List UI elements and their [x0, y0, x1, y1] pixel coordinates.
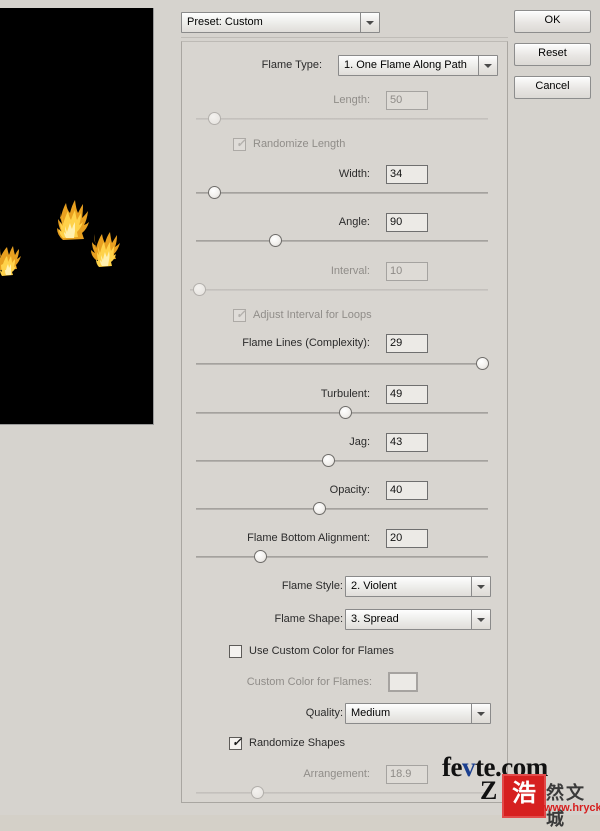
interval-field[interactable]: 10	[386, 262, 428, 281]
preset-value: Preset: Custom	[187, 16, 263, 28]
interval-label: Interval:	[330, 265, 370, 277]
opacity-slider[interactable]	[196, 502, 488, 516]
chevron-down-icon[interactable]	[471, 704, 490, 723]
ok-button[interactable]: OK	[514, 10, 591, 33]
reset-button[interactable]: Reset	[514, 43, 591, 66]
flame-bottom-label: Flame Bottom Alignment:	[247, 532, 370, 544]
opacity-label: Opacity:	[329, 484, 370, 496]
flame-lines-label: Flame Lines (Complexity):	[242, 337, 370, 349]
turbulent-label: Turbulent:	[320, 388, 370, 400]
interval-slider[interactable]	[190, 283, 488, 297]
custom-color-swatch[interactable]	[388, 672, 418, 692]
watermark-url: www.hryckj.cn	[544, 802, 600, 814]
use-custom-color-checkbox[interactable]	[229, 645, 242, 658]
randomize-length-label: Randomize Length	[253, 138, 346, 150]
angle-slider[interactable]	[196, 234, 488, 248]
watermark-z: Z	[480, 776, 498, 805]
quality-value: Medium	[351, 707, 391, 719]
flame-lines-slider[interactable]	[196, 357, 490, 371]
angle-label: Angle:	[338, 216, 370, 228]
turbulent-field[interactable]: 49	[386, 385, 428, 404]
chevron-down-icon[interactable]	[478, 56, 497, 75]
preset-row: Preset: Custom	[181, 12, 380, 33]
width-label: Width:	[338, 168, 370, 180]
watermark-site-fe: fe	[442, 752, 462, 782]
flame-preview-canvas	[0, 8, 153, 424]
length-slider[interactable]	[196, 112, 488, 126]
chevron-down-icon[interactable]	[471, 610, 490, 629]
jag-label: Jag:	[349, 436, 370, 448]
watermark-site-v: v	[461, 752, 476, 782]
arrangement-label: Arrangement:	[303, 768, 370, 780]
cancel-button[interactable]: Cancel	[514, 76, 591, 99]
randomize-length-checkbox[interactable]: ✓	[233, 137, 246, 151]
use-custom-color-label: Use Custom Color for Flames	[249, 645, 394, 657]
opacity-field[interactable]: 40	[386, 481, 428, 500]
flame-type-value: 1. One Flame Along Path	[344, 59, 467, 71]
flame-options-panel: Flame Type: 1. One Flame Along Path Leng…	[181, 41, 508, 803]
flame-style-value: 2. Violent	[351, 580, 397, 592]
preset-dropdown[interactable]: Preset: Custom	[181, 12, 380, 33]
flame-preview	[0, 8, 154, 425]
preset-separator	[181, 37, 508, 38]
angle-field[interactable]: 90	[386, 213, 428, 232]
flame-type-dropdown[interactable]: 1. One Flame Along Path	[338, 55, 498, 76]
quality-dropdown[interactable]: Medium	[345, 703, 491, 724]
custom-color-label: Custom Color for Flames:	[246, 676, 372, 688]
adjust-interval-label: Adjust Interval for Loops	[253, 309, 372, 321]
width-field[interactable]: 34	[386, 165, 428, 184]
flame-shape-dropdown[interactable]: 3. Spread	[345, 609, 491, 630]
watermark: fevte.com Z 浩 然文城 www.hryckj.cn	[424, 752, 600, 830]
jag-field[interactable]: 43	[386, 433, 428, 452]
flame-bottom-field[interactable]: 20	[386, 529, 428, 548]
length-field[interactable]: 50	[386, 91, 428, 110]
watermark-seal: 浩	[502, 774, 546, 818]
flame-filter-dialog: OK Reset Cancel Preset: Custom Flame Typ…	[0, 0, 600, 830]
flame-shape-label: Flame Shape:	[274, 613, 343, 625]
turbulent-slider[interactable]	[196, 406, 488, 420]
chevron-down-icon[interactable]	[360, 13, 379, 32]
arrangement-field[interactable]: 18.9	[386, 765, 428, 784]
dialog-buttons: OK Reset Cancel	[514, 10, 591, 109]
jag-slider[interactable]	[196, 454, 488, 468]
width-slider[interactable]	[196, 186, 488, 200]
randomize-shapes-checkbox[interactable]: ✓	[229, 736, 242, 750]
flame-lines-field[interactable]: 29	[386, 334, 428, 353]
flame-style-dropdown[interactable]: 2. Violent	[345, 576, 491, 597]
quality-label: Quality:	[305, 707, 343, 719]
flame-bottom-slider[interactable]	[196, 550, 488, 564]
flame-type-label: Flame Type:	[261, 59, 322, 71]
randomize-shapes-label: Randomize Shapes	[249, 737, 346, 749]
adjust-interval-checkbox[interactable]: ✓	[233, 308, 246, 322]
flame-style-label: Flame Style:	[281, 580, 343, 592]
chevron-down-icon[interactable]	[471, 577, 490, 596]
length-label: Length:	[333, 94, 370, 106]
flame-shape-value: 3. Spread	[351, 613, 399, 625]
